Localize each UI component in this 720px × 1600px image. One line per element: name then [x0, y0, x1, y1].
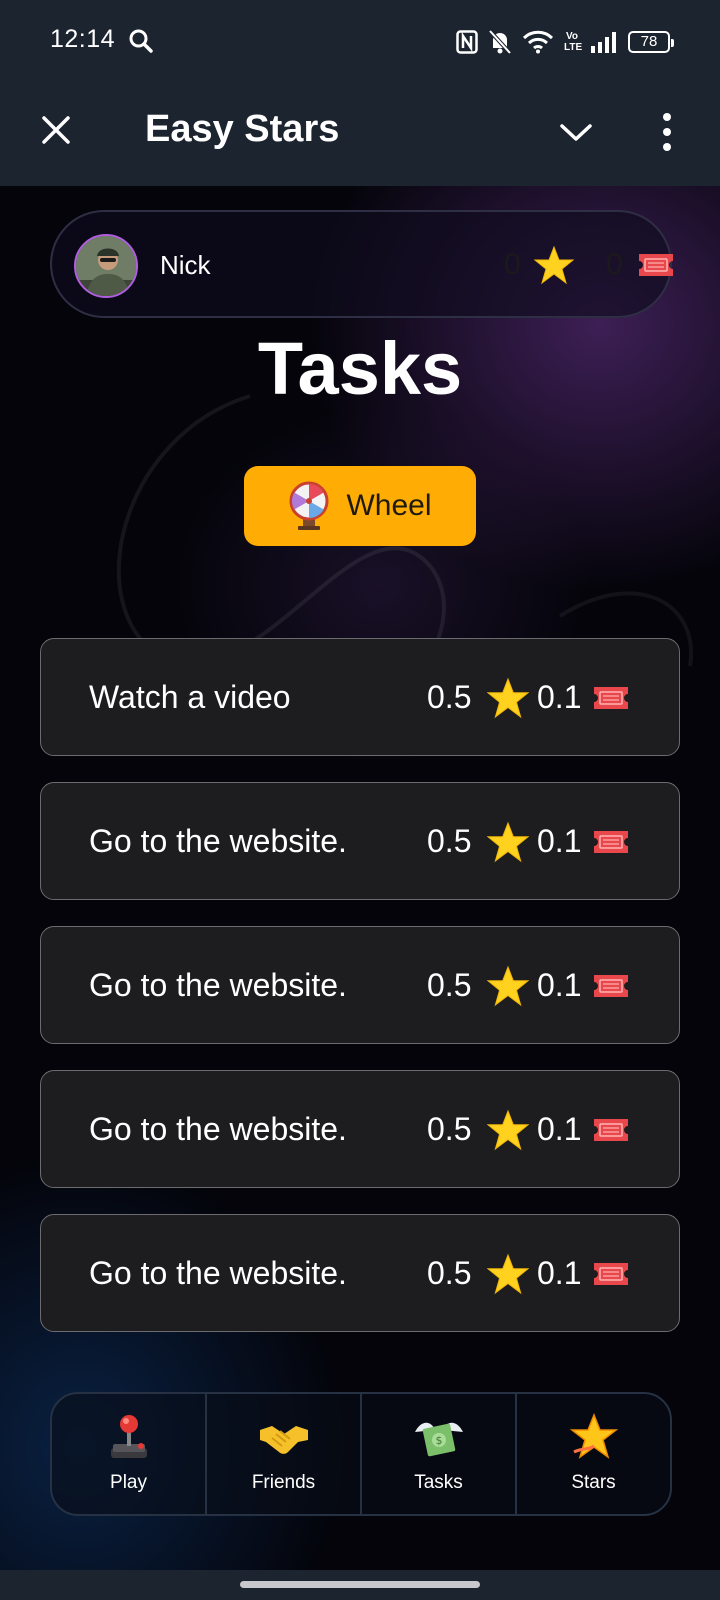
nav-label: Tasks [414, 1472, 463, 1493]
app-bar: Easy Stars [0, 84, 720, 186]
wifi-icon [522, 30, 554, 54]
task-label: Go to the website. [89, 823, 347, 859]
nav-item-tasks[interactable]: $ Tasks [362, 1394, 517, 1514]
task-card[interactable]: Go to the website. 0.5 0.1 [40, 782, 680, 900]
nav-item-friends[interactable]: Friends [207, 1394, 362, 1514]
star-icon [487, 821, 529, 863]
task-stars-reward: 0.5 [427, 679, 472, 715]
star-icon [487, 1109, 529, 1151]
ticket-icon [594, 1119, 628, 1141]
home-gesture-handle[interactable] [240, 1581, 480, 1588]
task-tickets-reward: 0.1 [537, 1255, 582, 1291]
tickets-balance: 0 [606, 248, 623, 281]
avatar-image [76, 236, 136, 296]
app-title: Easy Stars [145, 108, 340, 150]
money-with-wings-icon: $ [414, 1422, 463, 1457]
joystick-icon [110, 1415, 147, 1458]
task-stars-reward: 0.5 [427, 1111, 472, 1147]
dot [663, 143, 671, 151]
wheel-button[interactable]: Wheel [244, 466, 476, 546]
status-bar: 12:14 Vo LTE 78 [0, 0, 720, 84]
status-icons: Vo LTE 78 [456, 26, 674, 58]
star-icon [487, 1253, 529, 1295]
system-navigation-bar [0, 1570, 720, 1600]
star-icon [487, 965, 529, 1007]
star-icon [487, 677, 529, 719]
task-card[interactable]: Go to the website. 0.5 0.1 [40, 1214, 680, 1332]
more-options-button[interactable] [655, 110, 679, 154]
task-list: Watch a video 0.5 0.1 Go to the website.… [40, 638, 680, 1518]
task-stars-reward: 0.5 [427, 967, 472, 1003]
task-label: Go to the website. [89, 1111, 347, 1147]
ticket-icon [639, 254, 673, 276]
nav-label: Friends [251, 1472, 316, 1493]
chevron-down-icon[interactable] [556, 112, 596, 152]
main-content: Nick 0 0 Tasks Wheel Watch a video 0.5 0… [0, 186, 720, 1570]
task-tickets-reward: 0.1 [537, 1111, 582, 1147]
user-name: Nick [160, 250, 211, 280]
wheel-button-label: Wheel [346, 489, 432, 522]
nav-label: Stars [571, 1472, 616, 1493]
close-button[interactable] [36, 110, 76, 150]
avatar[interactable] [74, 234, 138, 298]
star-icon [534, 245, 574, 285]
star-icon [569, 1412, 618, 1459]
task-tickets-reward: 0.1 [537, 967, 582, 1003]
task-card[interactable]: Go to the website. 0.5 0.1 [40, 926, 680, 1044]
battery-level: 78 [640, 33, 658, 50]
user-profile-bar: Nick 0 0 [50, 210, 673, 318]
task-label: Watch a video [89, 679, 291, 715]
task-stars-reward: 0.5 [427, 1255, 472, 1291]
signal-icon [591, 32, 616, 53]
task-card[interactable]: Watch a video 0.5 0.1 [40, 638, 680, 756]
stars-balance: 0 [504, 248, 521, 281]
task-card[interactable]: Go to the website. 0.5 0.1 [40, 1070, 680, 1188]
search-icon [129, 29, 153, 53]
nav-item-stars[interactable]: Stars [517, 1394, 670, 1514]
ticket-icon [594, 687, 628, 709]
handshake-icon [259, 1426, 308, 1454]
task-tickets-reward: 0.1 [537, 679, 582, 715]
nfc-icon [456, 30, 478, 54]
dot [663, 113, 671, 121]
nav-label: Play [110, 1472, 147, 1493]
task-stars-reward: 0.5 [427, 823, 472, 859]
task-label: Go to the website. [89, 967, 347, 1003]
wheel-icon [289, 481, 329, 530]
ticket-icon [594, 1263, 628, 1285]
dot [663, 128, 671, 136]
volte-label: Vo LTE [564, 31, 583, 53]
svg-text:$: $ [435, 1434, 442, 1447]
ticket-icon [594, 975, 628, 997]
bottom-navigation: Play Friends $ Tasks Stars [50, 1392, 672, 1516]
task-tickets-reward: 0.1 [537, 823, 582, 859]
nav-item-play[interactable]: Play [52, 1394, 207, 1514]
status-time: 12:14 [50, 25, 116, 53]
bell-off-icon [488, 29, 512, 55]
ticket-icon [594, 831, 628, 853]
task-label: Go to the website. [89, 1255, 347, 1291]
close-icon [42, 116, 70, 144]
battery-icon: 78 [628, 31, 674, 53]
page-title: Tasks [257, 327, 463, 410]
